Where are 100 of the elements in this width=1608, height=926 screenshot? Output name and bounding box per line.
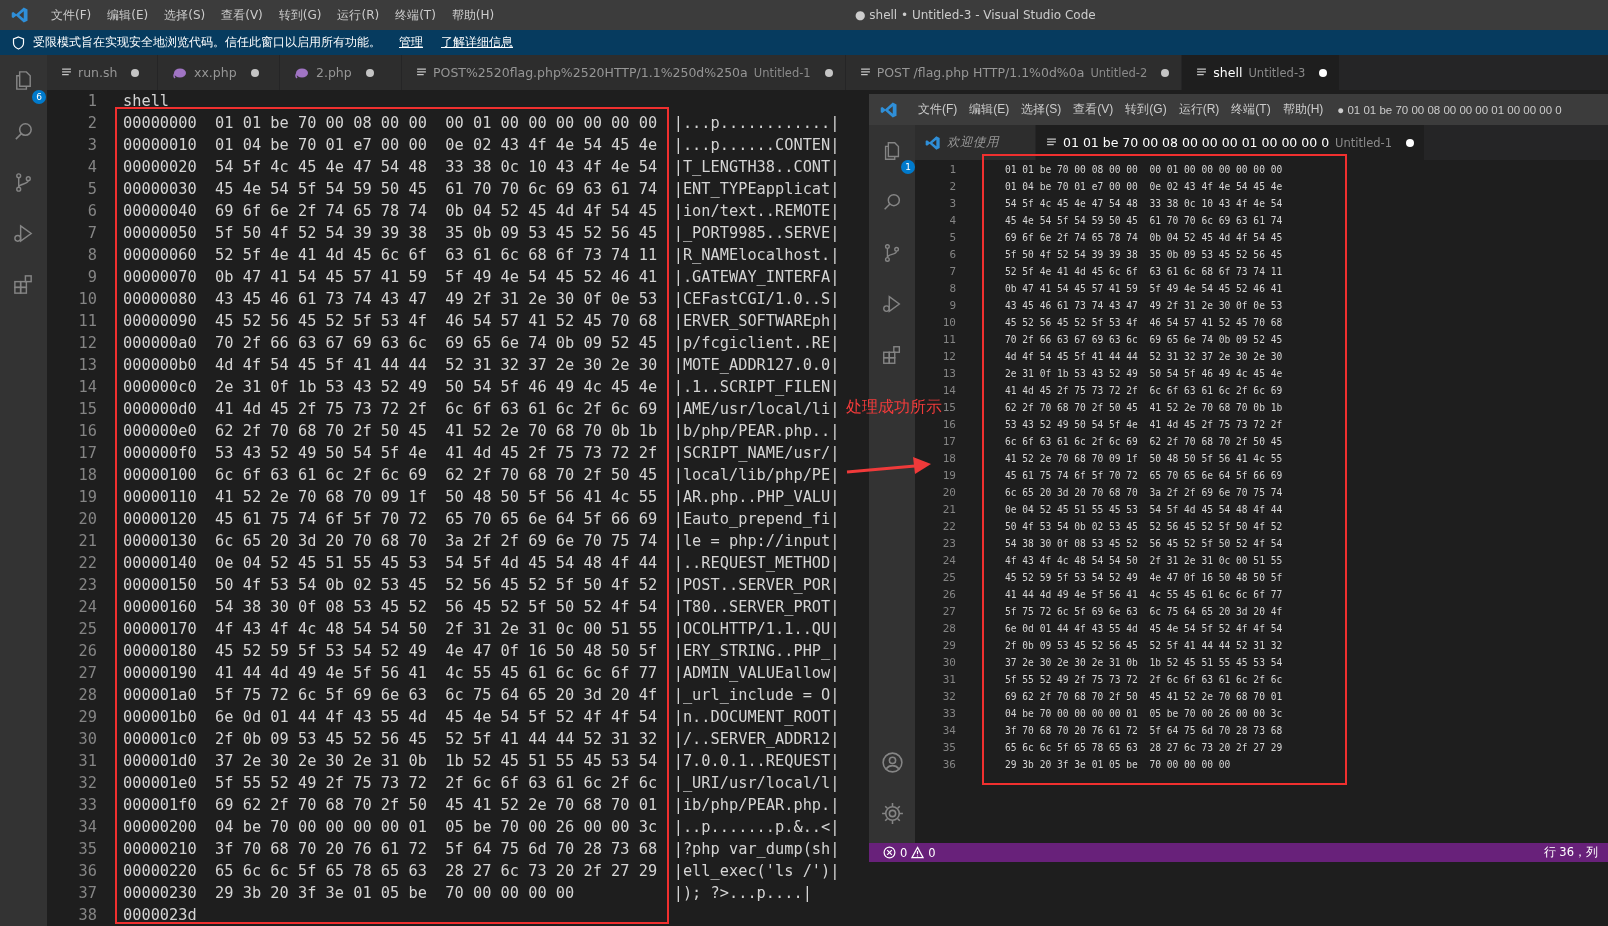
hex-bytes: 50 4f 53 54 0b 02 53 45 52 56 45 52 5f 50 4f 52 [215, 576, 658, 594]
cursor-position[interactable]: 行 36，列 [1543, 845, 1598, 860]
ascii-text: |local/lib/php/PE| [673, 466, 840, 484]
menu-item[interactable]: 终端(T) [1225, 101, 1277, 118]
hex-bytes: 41 44 4d 49 4e 5f 56 41 4c 55 45 61 6c 6c 6f 77 [1004, 589, 1283, 600]
banner-link[interactable]: 管理 [399, 34, 423, 51]
line-number: 19 [77, 488, 97, 506]
ascii-text: |POST..SERVER_POR| [673, 576, 840, 594]
hex-bytes: 2f 0b 09 53 45 52 56 45 52 5f 41 44 44 52 31 32 [1004, 640, 1283, 651]
ascii-text: |ion/text..REMOTE| [673, 202, 840, 220]
line-number: 18 [77, 466, 97, 484]
editor-tab[interactable]: 01 01 be 70 00 08 00 00 00 01 00 00 00 0 Untitled-1 [1036, 125, 1426, 160]
hex-offset: 0000023d [123, 906, 197, 924]
menu-item[interactable]: 编辑(E) [99, 6, 157, 24]
line-number: 34 [77, 818, 97, 836]
ascii-text: |...p............| [673, 114, 840, 132]
line-number: 24 [77, 598, 97, 616]
window-title: ● shell • Untitled-3 - Visual Studio Code [855, 8, 1096, 22]
hex-bytes: 45 4e 54 5f 54 59 50 45 61 70 70 6c 69 63 61 74 [1004, 215, 1283, 226]
editor-tab[interactable]: POST /flag.php HTTP/1.1%0d%0a Untitled-2 [845, 55, 1183, 90]
menu-item[interactable]: 文件(F) [912, 101, 964, 118]
menu-item[interactable]: 选择(S) [1015, 101, 1068, 118]
extensions-icon[interactable] [12, 273, 35, 296]
banner-link[interactable]: 了解详细信息 [441, 34, 513, 51]
hex-offset: 00000110 [123, 488, 197, 506]
ascii-text: |ib/php/PEAR.php.| [673, 796, 840, 814]
hex-bytes: 6c 65 20 3d 20 70 68 70 3a 2f 2f 69 6e 70 75 74 [1004, 487, 1283, 498]
menu-item[interactable]: 帮助(H) [443, 6, 503, 24]
ascii-text: |.1..SCRIPT_FILEN| [673, 378, 840, 396]
editor-tab[interactable]: run.sh [47, 55, 158, 90]
file-lines-icon [859, 67, 871, 78]
account-icon[interactable] [879, 750, 905, 775]
line-number: 24 [915, 554, 983, 567]
file-lines-icon [416, 67, 427, 78]
editor-tab[interactable]: xx.php [158, 55, 280, 90]
hex-bytes: 04 be 70 00 00 00 00 01 05 be 70 00 26 00 00 3c [215, 818, 658, 836]
line-number: 14 [77, 378, 97, 396]
ascii-text: |p/fcgiclient..RE| [673, 334, 840, 352]
warning-icon [911, 846, 925, 859]
run-debug-icon[interactable] [12, 222, 35, 245]
hex-bytes: 29 3b 20 3f 3e 01 05 be 70 00 00 00 00 [1004, 759, 1231, 770]
line-number: 13 [915, 367, 983, 380]
line-number: 17 [915, 435, 983, 448]
editor-tab[interactable]: POST%2520flag.php%2520HTTP/1.1%250d%250a Untitled-1 [402, 55, 846, 90]
hex-bytes: 29 3b 20 3f 3e 01 05 be 70 00 00 00 00 [215, 884, 576, 902]
ascii-text: |n..DOCUMENT_ROOT| [673, 708, 840, 726]
hex-bytes: 5f 55 52 49 2f 75 73 72 2f 6c 6f 63 61 6c 2f 6c [1004, 674, 1283, 685]
ascii-text: |_URI/usr/local/l| [673, 774, 840, 792]
extensions-icon[interactable] [881, 343, 903, 366]
error-count: 0 [900, 845, 908, 860]
hex-offset: 00000000 [123, 114, 197, 132]
search-icon[interactable] [12, 120, 35, 143]
hex-bytes: 53 43 52 49 50 54 5f 4e 41 4d 45 2f 75 73 72 2f [215, 444, 658, 462]
line-number: 23 [77, 576, 97, 594]
ascii-text: |7.0.0.1..REQUEST| [673, 752, 840, 770]
menu-item[interactable]: 运行(R) [329, 6, 388, 24]
hex-bytes: 0e 04 52 45 51 55 45 53 54 5f 4d 45 54 48 4f 44 [215, 554, 658, 572]
editor-tab[interactable]: shell Untitled-3 [1182, 55, 1341, 90]
line-number: 31 [915, 673, 983, 686]
line-number: 23 [915, 537, 983, 550]
menu-item[interactable]: 查看(V) [213, 6, 271, 24]
editor-tab[interactable]: 欢迎使用 [915, 125, 1036, 160]
menu-item[interactable]: 文件(F) [43, 6, 100, 24]
hex-bytes: 37 2e 30 2e 30 2e 31 0b 1b 52 45 51 55 45 53 54 [215, 752, 658, 770]
tab-detail: Untitled-2 [1090, 65, 1148, 80]
hex-bytes: 6c 6f 63 61 6c 2f 6c 69 62 2f 70 68 70 2f 50 45 [1004, 436, 1283, 447]
menu-item[interactable]: 选择(S) [156, 6, 214, 24]
menu-item[interactable]: 运行(R) [1172, 101, 1226, 118]
settings-icon[interactable] [879, 801, 905, 826]
hex-bytes: 54 38 30 0f 08 53 45 52 56 45 52 5f 50 52 4f 54 [1004, 538, 1283, 549]
tab-label: 01 01 be 70 00 08 00 00 00 01 00 00 00 0 [1063, 135, 1330, 150]
menu-item[interactable]: 编辑(E) [963, 101, 1016, 118]
menu-item[interactable]: 终端(T) [387, 6, 444, 24]
hex-offset: 00000190 [123, 664, 197, 682]
warning-count: 0 [928, 845, 936, 860]
tab-label: POST /flag.php HTTP/1.1%0d%0a [876, 65, 1085, 80]
menu-item[interactable]: 转到(G) [1119, 101, 1173, 118]
line-number: 21 [77, 532, 97, 550]
hex-bytes: 41 4d 45 2f 75 73 72 2f 6c 6f 63 61 6c 2f 6c 69 [1004, 385, 1283, 396]
hex-bytes: 4f 43 4f 4c 48 54 54 50 2f 31 2e 31 0c 00 51 55 [1004, 555, 1283, 566]
line-number: 8 [86, 246, 97, 264]
hex-bytes: 4d 4f 54 45 5f 41 44 44 52 31 32 37 2e 30 2e 30 [1004, 351, 1283, 362]
line-number: 26 [915, 588, 983, 601]
hex-bytes: 5f 50 4f 52 54 39 39 38 35 0b 09 53 45 52 56 45 [1004, 249, 1283, 260]
menu-item[interactable]: 转到(G) [270, 6, 330, 24]
hex-bytes: 69 62 2f 70 68 70 2f 50 45 41 52 2e 70 68 70 01 [1004, 691, 1283, 702]
hex-offset: 000001b0 [123, 708, 197, 726]
hex-offset: 00000060 [123, 246, 197, 264]
editor-tab[interactable]: 2.php [280, 55, 402, 90]
line-number: 4 [915, 214, 983, 227]
shield-icon [12, 35, 25, 50]
hex-bytes: 6c 65 20 3d 20 70 68 70 3a 2f 2f 69 6e 70 75 74 [215, 532, 658, 550]
hex-bytes: 70 2f 66 63 67 69 63 6c 69 65 6e 74 0b 09 52 45 [1004, 334, 1283, 345]
line-number: 38 [77, 906, 97, 924]
annotation-text: 处理成功所示 [846, 397, 942, 418]
hex-offset: 00000080 [123, 290, 197, 308]
menu-item[interactable]: 帮助(H) [1276, 101, 1330, 118]
menu-item[interactable]: 查看(V) [1067, 101, 1120, 118]
ascii-text: |ERY_STRING..PHP_| [673, 642, 840, 660]
line-number: 1 [86, 92, 97, 110]
